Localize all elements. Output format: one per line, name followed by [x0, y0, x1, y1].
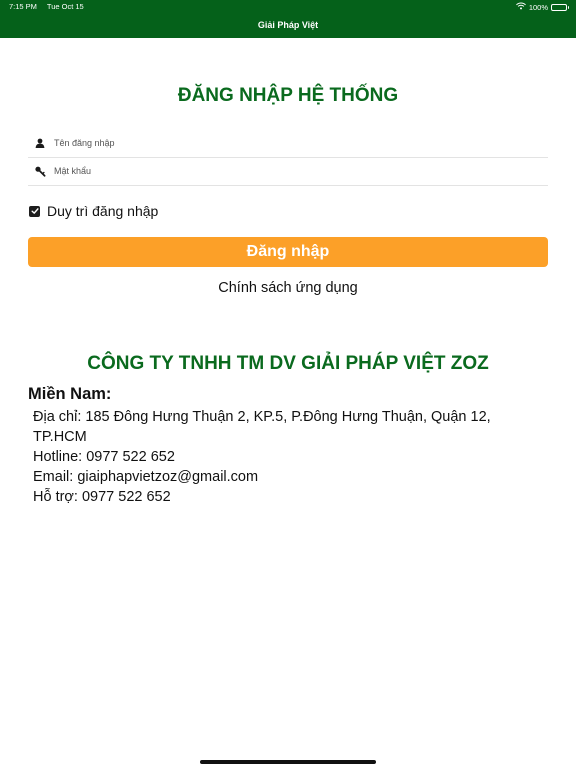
status-time: 7:15 PM: [9, 2, 37, 11]
address-text: Địa chỉ: 185 Đông Hưng Thuận 2, KP.5, P.…: [33, 409, 491, 445]
email-text: Email: giaiphapvietzoz@gmail.com: [33, 469, 259, 485]
nav-title: Giải Pháp Việt: [257, 20, 319, 30]
status-bar-right: 100%: [515, 2, 569, 12]
region-heading: Miền Nam:: [28, 385, 112, 403]
status-date: Tue Oct 15: [46, 2, 84, 11]
app-policy-link[interactable]: Chính sách ứng dụng: [0, 280, 576, 296]
login-button[interactable]: Đăng nhập: [28, 237, 548, 267]
key-icon: [28, 166, 54, 177]
username-input[interactable]: [54, 138, 514, 148]
username-field[interactable]: [28, 129, 548, 158]
password-input[interactable]: [54, 166, 514, 176]
company-info: Địa chỉ: 185 Đông Hưng Thuận 2, KP.5, P.…: [33, 407, 533, 507]
remember-login-label: Duy trì đăng nhập: [47, 203, 159, 219]
remember-login-toggle[interactable]: Duy trì đăng nhập: [29, 203, 158, 219]
login-title: ĐĂNG NHẬP HỆ THỐNG: [177, 85, 399, 106]
checkbox-checked-icon[interactable]: [29, 205, 40, 217]
hotline-text: Hotline: 0977 522 652: [33, 449, 175, 465]
status-bar-left: 7:15 PM Tue Oct 15: [9, 2, 92, 11]
person-icon: [28, 138, 54, 148]
battery-percent: 100%: [528, 2, 548, 12]
password-field[interactable]: [28, 157, 548, 186]
wifi-icon: [515, 2, 526, 12]
home-indicator[interactable]: [200, 760, 376, 764]
company-name: CÔNG TY TNHH TM DV GIẢI PHÁP VIỆT ZOZ: [87, 353, 489, 374]
battery-icon: [551, 3, 569, 11]
support-text: Hỗ trợ: 0977 522 652: [33, 489, 171, 505]
top-bar: 7:15 PM Tue Oct 15 100% Giải Pháp Việt: [0, 0, 576, 38]
